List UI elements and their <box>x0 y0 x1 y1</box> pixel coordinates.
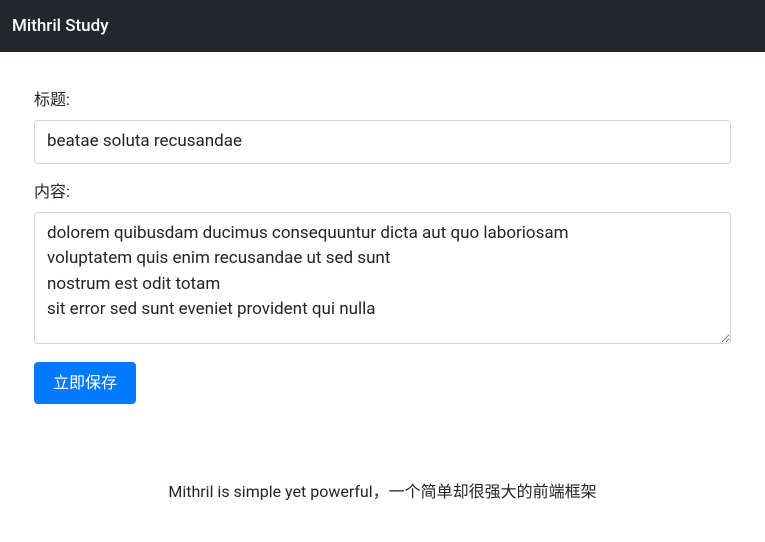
title-field-group: 标题: <box>34 86 731 164</box>
title-label: 标题: <box>34 86 731 110</box>
content-label: 内容: <box>34 178 731 202</box>
save-button[interactable]: 立即保存 <box>34 362 136 404</box>
footer: Mithril is simple yet powerful，一个简单却很强大的… <box>0 422 765 522</box>
form-container: 标题: 内容: 立即保存 <box>0 52 765 422</box>
brand-title: Mithril Study <box>12 16 109 36</box>
footer-text: Mithril is simple yet powerful，一个简单却很强大的… <box>168 482 596 501</box>
title-input[interactable] <box>34 120 731 164</box>
navbar: Mithril Study <box>0 0 765 52</box>
content-field-group: 内容: <box>34 178 731 348</box>
content-textarea[interactable] <box>34 212 731 344</box>
